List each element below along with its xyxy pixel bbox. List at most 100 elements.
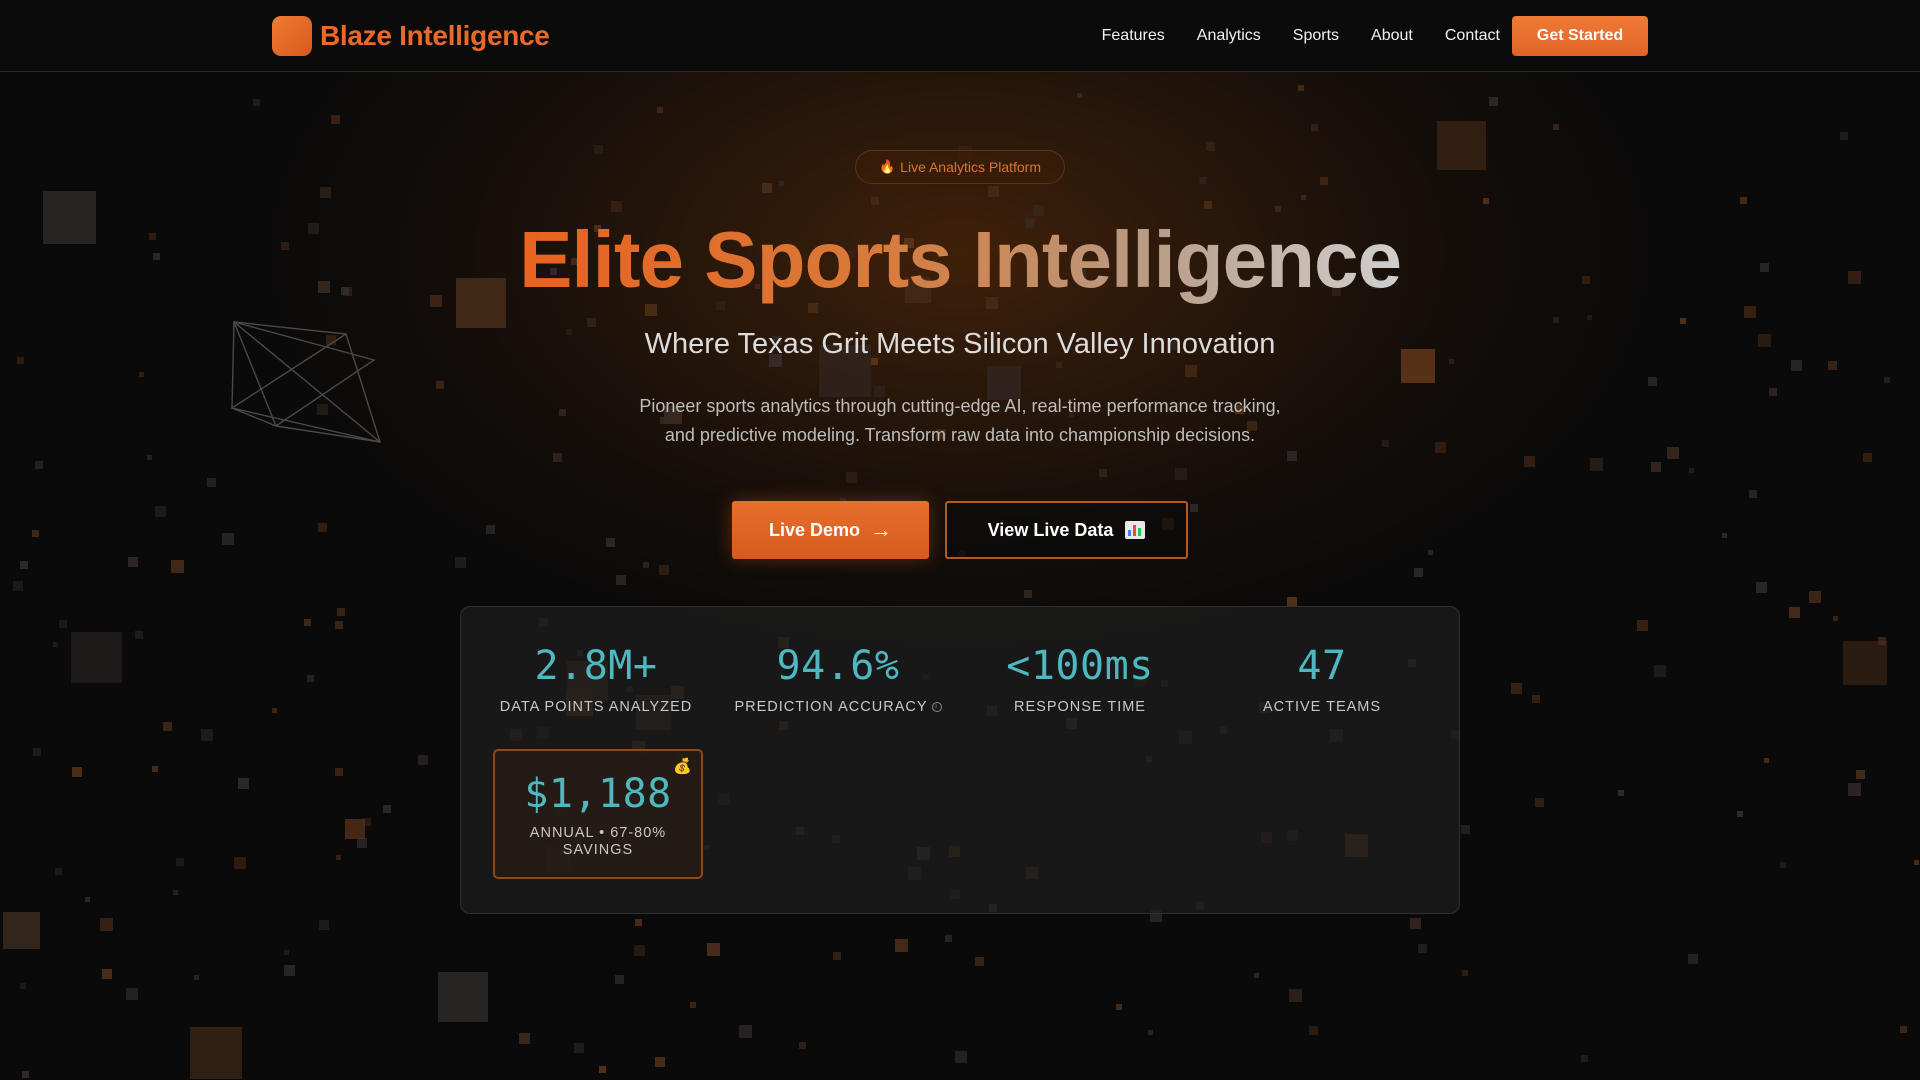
particle <box>1461 825 1470 834</box>
particle <box>1301 195 1306 200</box>
particle <box>3 912 40 949</box>
particle <box>1667 447 1679 459</box>
flame-icon: 🔥 <box>878 159 896 174</box>
stat-data-points: 2.8M+ DATA POINTS ANALYZED <box>481 643 711 715</box>
particle <box>33 748 41 756</box>
particle <box>1828 361 1837 370</box>
stat-label: RESPONSE TIME <box>1014 699 1146 715</box>
particle <box>1535 798 1544 807</box>
get-started-button[interactable]: Get Started <box>1512 16 1648 56</box>
particle <box>163 722 172 731</box>
particle <box>1175 468 1187 480</box>
savings-label-line: SAVINGS <box>562 842 634 858</box>
particle <box>1780 862 1786 868</box>
particle <box>1900 1026 1907 1033</box>
particle <box>272 708 277 713</box>
particle <box>363 818 371 826</box>
nav-links: Features Analytics Sports About Contact <box>1070 0 1500 72</box>
particle <box>201 729 213 741</box>
particle <box>1287 451 1297 461</box>
stat-value: 2.8M+ <box>534 643 658 689</box>
savings-value: $1,188 <box>524 771 672 817</box>
particle <box>1190 504 1198 512</box>
particle <box>1148 1030 1153 1035</box>
particle <box>1637 620 1648 631</box>
particle <box>152 766 158 772</box>
view-live-data-button[interactable]: View Live Data <box>945 501 1188 559</box>
particle <box>574 1043 584 1053</box>
particle <box>71 632 122 683</box>
particle <box>955 1051 967 1063</box>
particle <box>1024 590 1032 598</box>
particle <box>32 530 39 537</box>
particle <box>657 107 663 113</box>
particle <box>1099 469 1107 477</box>
particle <box>284 950 289 955</box>
particle <box>1185 365 1197 377</box>
info-icon[interactable]: i <box>931 702 942 713</box>
particle <box>1843 641 1887 685</box>
particle <box>318 523 327 532</box>
nav-link-features[interactable]: Features <box>1102 27 1165 45</box>
particle <box>519 1033 530 1044</box>
particle <box>418 755 428 765</box>
particle <box>1298 85 1304 91</box>
particle <box>85 897 90 902</box>
particle <box>1914 860 1919 865</box>
annual-savings-card: 💰 $1,188 ANNUAL • 67-80% SAVINGS <box>493 749 703 879</box>
particle <box>1553 124 1559 130</box>
particle <box>587 318 596 327</box>
particle <box>304 619 311 626</box>
nav-link-sports[interactable]: Sports <box>1293 27 1339 45</box>
brand-name: Blaze Intelligence <box>320 20 550 51</box>
particle <box>190 1027 242 1079</box>
particle <box>1206 142 1215 151</box>
live-demo-button[interactable]: Live Demo → <box>732 501 929 559</box>
particle <box>139 372 144 377</box>
particle <box>616 575 626 585</box>
particle <box>1483 198 1489 204</box>
particle <box>1680 318 1686 324</box>
particle <box>337 608 345 616</box>
particle <box>1848 783 1861 796</box>
nav-link-about[interactable]: About <box>1371 27 1413 45</box>
stat-label: ACTIVE TEAMS <box>1262 699 1382 715</box>
particle <box>1744 306 1756 318</box>
stat-value: 47 <box>1297 643 1347 689</box>
particle <box>147 455 152 460</box>
brand-logo-icon <box>272 16 312 56</box>
particle <box>171 560 184 573</box>
particle <box>238 778 249 789</box>
particle <box>1590 458 1603 471</box>
particle <box>53 642 58 647</box>
particle <box>611 201 622 212</box>
particle <box>1437 121 1486 170</box>
particle <box>1809 591 1821 603</box>
particle <box>1878 637 1886 645</box>
particle <box>871 197 879 205</box>
particle <box>1688 954 1698 964</box>
particle <box>1648 377 1657 386</box>
particle <box>1764 758 1769 763</box>
brand[interactable]: Blaze Intelligence <box>272 16 550 56</box>
particle <box>72 767 82 777</box>
particle <box>1309 1026 1318 1035</box>
particle <box>1840 132 1848 140</box>
particle <box>643 562 649 568</box>
particle <box>22 1071 29 1078</box>
particle <box>176 858 184 866</box>
particle <box>357 838 367 848</box>
particle <box>319 920 329 930</box>
nav-link-analytics[interactable]: Analytics <box>1197 27 1261 45</box>
stats-panel: 2.8M+ DATA POINTS ANALYZED 94.6% PREDICT… <box>460 606 1460 914</box>
particle <box>1654 665 1666 677</box>
particle <box>1789 607 1800 618</box>
particle <box>634 945 645 956</box>
nav-link-contact[interactable]: Contact <box>1445 27 1500 45</box>
particle <box>1749 490 1757 498</box>
particle <box>1077 93 1082 98</box>
bar-chart-icon <box>1125 521 1146 539</box>
hero-subtitle: Where Texas Grit Meets Silicon Valley In… <box>644 328 1276 360</box>
particle <box>1414 568 1423 577</box>
particle <box>1553 317 1559 323</box>
